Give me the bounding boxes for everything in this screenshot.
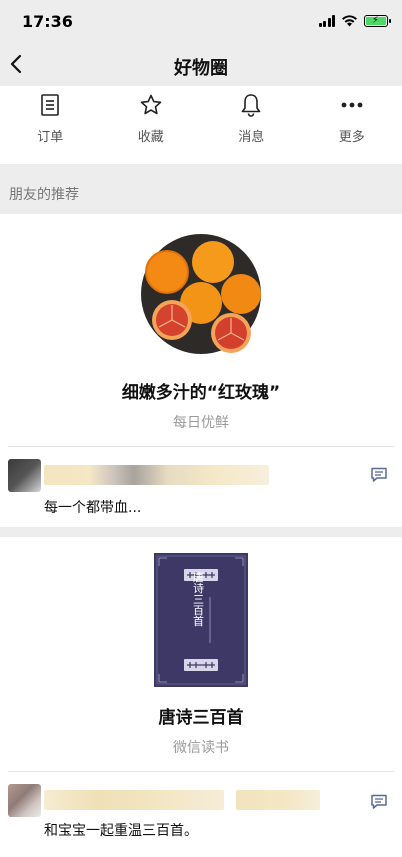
avatar [8, 459, 41, 492]
status-bar: 17:36 ⚡ [0, 0, 402, 44]
product-name: 唐诗三百首 [158, 708, 244, 728]
comment-icon[interactable] [370, 467, 388, 483]
bell-icon [238, 92, 264, 118]
order-icon [37, 92, 63, 118]
action-bar: 订单 收藏 消息 更多 [0, 86, 402, 164]
star-icon [138, 92, 164, 118]
comment-text: 和宝宝一起重温三百首。 [44, 823, 198, 839]
action-messages[interactable]: 消息 [201, 86, 302, 164]
action-label: 消息 [238, 130, 265, 145]
action-label: 订单 [37, 130, 64, 145]
book-cover-title: 唐诗三百首 [192, 570, 205, 626]
friend-comment: 和宝宝一起重温三百首。 [0, 772, 402, 852]
signal-icon [318, 14, 335, 27]
friend-comment: 每一个都带血... [0, 447, 402, 532]
book-cover-image: 唐诗三百首 [154, 553, 248, 687]
product-image [141, 234, 261, 354]
section-header: 朋友的推荐 [0, 164, 402, 214]
battery-icon: ⚡ [364, 14, 391, 27]
friend-name-blurred [44, 465, 269, 485]
comment-icon[interactable] [370, 794, 388, 810]
product-name: 细嫩多汁的“红玫瑰” [121, 383, 281, 403]
status-icons: ⚡ [318, 14, 391, 27]
wifi-icon [342, 15, 357, 27]
status-time: 17:36 [22, 12, 73, 31]
avatar [8, 784, 41, 817]
action-label: 更多 [338, 130, 365, 145]
page-title: 好物圈 [174, 58, 228, 79]
more-icon [339, 92, 365, 118]
product-block[interactable]: 唐诗三百首 唐诗三百首 微信读书 [0, 537, 402, 757]
friend-name-blurred [236, 790, 320, 810]
product-source: 每日优鲜 [173, 415, 229, 431]
comment-text: 每一个都带血... [44, 500, 142, 516]
action-orders[interactable]: 订单 [0, 86, 101, 164]
recommendation-card[interactable]: 唐诗三百首 唐诗三百首 微信读书 和宝宝一起重温三百首。 [0, 537, 402, 855]
product-source: 微信读书 [173, 740, 229, 756]
action-favorites[interactable]: 收藏 [101, 86, 202, 164]
section-title: 朋友的推荐 [9, 187, 79, 203]
action-more[interactable]: 更多 [302, 86, 402, 164]
action-label: 收藏 [137, 130, 164, 145]
friend-name-blurred [44, 790, 224, 810]
top-bar: 17:36 ⚡ 好物圈 [0, 0, 402, 86]
recommendation-card[interactable]: 细嫩多汁的“红玫瑰” 每日优鲜 每一个都带血... [0, 214, 402, 527]
product-block[interactable]: 细嫩多汁的“红玫瑰” 每日优鲜 [0, 214, 402, 432]
nav-bar: 好物圈 [0, 44, 402, 86]
